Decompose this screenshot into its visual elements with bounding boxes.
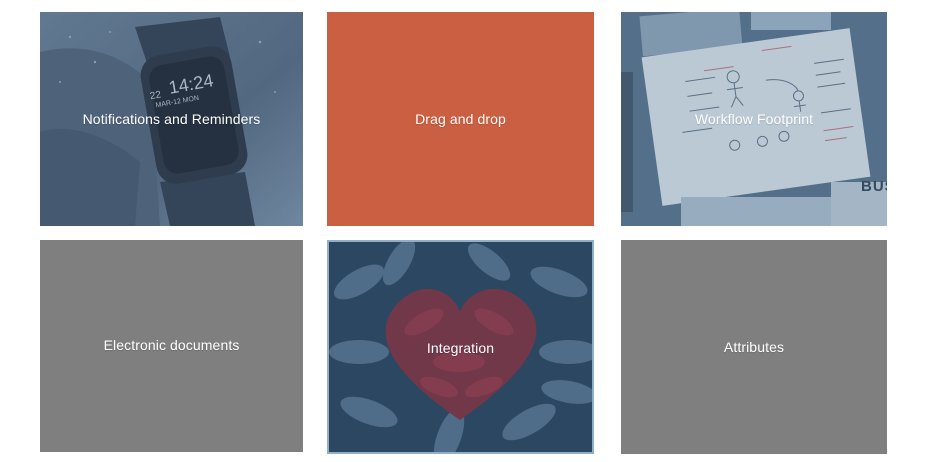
tile-label: Electronic documents (103, 337, 240, 353)
tile-notifications-and-reminders[interactable]: 22 14:24 MAR-12 MON Notifications and Re… (40, 12, 303, 226)
tile-label: Drag and drop (415, 111, 506, 127)
tile-drag-and-drop[interactable]: Drag and drop (327, 12, 594, 226)
tile-label: Integration (426, 340, 495, 356)
tile-label: Workflow Footprint (694, 111, 814, 127)
tile-label: Notifications and Reminders (82, 111, 261, 127)
tile-workflow-footprint[interactable]: BUS Workflow Footprint (621, 12, 887, 226)
tile-electronic-documents[interactable]: Electronic documents (40, 240, 303, 452)
tile-integration[interactable]: Integration (327, 240, 594, 454)
tile-attributes[interactable]: Attributes (621, 240, 887, 454)
tile-label: Attributes (723, 338, 785, 355)
